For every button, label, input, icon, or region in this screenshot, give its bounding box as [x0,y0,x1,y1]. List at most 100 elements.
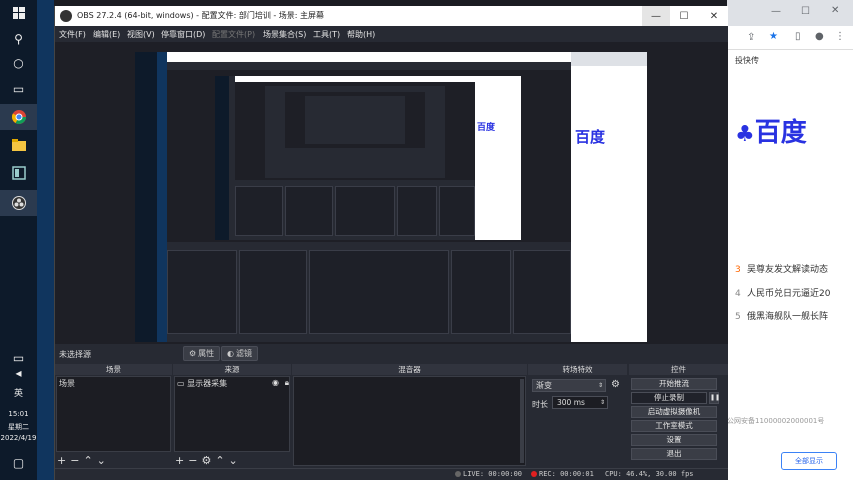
windows-logo-icon [12,7,25,19]
bookmark-shortcut[interactable]: 投快传 [735,55,759,66]
start-streaming-button[interactable]: 开始推流 [631,378,717,390]
obs-taskbar-icon[interactable] [0,190,37,216]
nested4-preview [285,92,425,148]
baidu-logo[interactable]: ♣百度 [735,112,807,149]
app-taskbar-icon[interactable] [0,160,37,186]
maximize-button[interactable]: ☐ [670,6,698,26]
nested-scenes [167,250,237,334]
move-down-icon[interactable]: ⌄ [97,454,106,467]
sources-list[interactable]: ▭ 显示器采集 ◉ 🔒︎ [174,376,290,452]
scenes-dock-title: 场景 [55,364,172,375]
show-all-button[interactable]: 全部显示 [781,452,837,470]
minimize-button[interactable]: — [642,6,670,26]
windows-taskbar: ⚲ ○ ▭ ▭ ◂ 英 15:01 星期二 2022/4/19 ▢ [0,0,37,480]
volume-icon[interactable]: ◂ [0,360,37,386]
menu-view[interactable]: 视图(V) [127,29,155,40]
chrome-taskbar-icon[interactable] [0,104,37,130]
remove-icon[interactable]: − [70,454,79,467]
visibility-eye-icon[interactable]: ◉ [272,378,279,387]
menu-edit[interactable]: 编辑(E) [93,29,120,40]
obs-title-bar[interactable]: OBS 27.2.4 (64-bit, windows) - 配置文件: 部门培… [55,6,728,26]
hot-list-item[interactable]: 4 人民币兑日元逼近20 [735,286,830,299]
hot-list-item[interactable]: 3 吴尊友发文解读动态 [735,262,828,275]
add-icon[interactable]: + [175,454,184,467]
scene-item[interactable]: 场景 [59,378,75,389]
task-view-icon[interactable]: ▭ [0,76,37,102]
menu-help[interactable]: 帮助(H) [347,29,375,40]
start-virtual-camera-button[interactable]: 启动虚拟摄像机 [631,406,717,418]
nested-obs-title [167,52,571,62]
nested2-transitions [397,186,437,236]
profile-icon[interactable]: ● [815,31,824,42]
ime-indicator[interactable]: 英 [0,386,37,399]
remove-icon[interactable]: − [188,454,197,467]
status-bar: LIVE: 00:00:00 REC: 00:00:01 CPU: 46.4%,… [55,468,728,480]
mixer-dock-title: 混音器 [292,364,527,375]
menu-bar: 文件(F) 编辑(E) 视图(V) 停靠窗口(D) 配置文件(P) 场景集合(S… [55,26,728,42]
gear-icon[interactable]: ⚙ [201,454,211,467]
folder-icon [11,139,26,151]
clock-time[interactable]: 15:01 [0,410,37,418]
move-down-icon[interactable]: ⌄ [229,454,238,467]
search-icon[interactable]: ⚲ [0,26,37,52]
mixer-dock: 混音器 [292,364,527,468]
nested2-scenes [235,186,283,236]
menu-scene-collection[interactable]: 场景集合(S) [263,29,306,40]
minimize-icon[interactable]: — [771,6,781,17]
hot-list-item[interactable]: 5 俄黑海舰队一舰长阵 [735,309,828,322]
mixer-area[interactable] [293,376,526,466]
menu-tools[interactable]: 工具(T) [313,29,340,40]
menu-file[interactable]: 文件(F) [59,29,86,40]
nested-preview-canvas: 百度 [215,76,521,240]
filters-button[interactable]: ◐ 滤镜 [221,346,258,361]
no-source-selected-label: 未选择源 [59,350,91,359]
maximize-icon[interactable]: ☐ [801,6,810,17]
exit-button[interactable]: 退出 [631,448,717,460]
live-status: LIVE: 00:00:00 [455,470,522,478]
settings-button[interactable]: 设置 [631,434,717,446]
file-explorer-icon[interactable] [0,132,37,158]
sources-toolbar: + − ⚙ ⌃ ⌄ [175,453,238,467]
chrome-browser-window: — ☐ ✕ ⇪ ★ ▯ ● ⋮ 投快传 ♣百度 3 吴尊友发文解读动态 4 人民币兑… [727,0,853,480]
duration-input[interactable]: 300 ms ⇕ [552,396,608,409]
cortana-icon[interactable]: ○ [0,50,37,76]
studio-mode-button[interactable]: 工作室模式 [631,420,717,432]
pause-recording-button[interactable]: ❚❚ [709,392,721,404]
spinner-arrows-icon: ⇕ [599,399,605,406]
source-toolbar: 未选择源 ⚙ 属性 ◐ 滤镜 [55,344,728,364]
bookmark-star-icon[interactable]: ★ [769,31,778,42]
stop-recording-button[interactable]: 停止录制 [631,392,707,404]
pause-icon: ❚❚ [710,394,721,401]
menu-profile[interactable]: 配置文件(P) [212,29,255,40]
preview-area[interactable]: 百度 百度 [55,42,728,344]
nested2-controls [439,186,475,236]
mixer-scrollbar[interactable] [520,379,524,463]
move-up-icon[interactable]: ⌃ [215,454,224,467]
nested-baidu-logo: 百度 [575,128,606,146]
source-item[interactable]: ▭ 显示器采集 ◉ 🔒︎ [177,378,289,389]
window-app-icon [11,166,26,180]
nested2-sources [285,186,333,236]
nested2-baidu-logo: 百度 [477,123,496,133]
close-icon[interactable]: ✕ [831,5,839,16]
duration-label: 时长 [532,400,548,409]
preview-canvas[interactable]: 百度 百度 [135,52,647,342]
gear-icon[interactable]: ⚙ [611,379,620,390]
controls-dock-title: 控件 [629,364,728,375]
transition-type-select[interactable]: 渐变 ⇕ [532,379,606,392]
transitions-dock: 转场特效 渐变 ⇕ ⚙ 时长 300 ms ⇕ [528,364,627,468]
sidebar-icon[interactable]: ▯ [795,31,801,42]
scenes-list[interactable]: 场景 [56,376,171,452]
menu-docks[interactable]: 停靠窗口(D) [161,29,205,40]
lock-icon[interactable]: 🔒︎ [285,378,289,388]
move-up-icon[interactable]: ⌃ [83,454,92,467]
menu-dots-icon[interactable]: ⋮ [835,31,845,42]
properties-button[interactable]: ⚙ 属性 [183,346,221,361]
windows-start-button[interactable] [0,0,37,26]
share-icon[interactable]: ⇪ [747,32,755,43]
notification-center-icon[interactable]: ▢ [0,450,37,476]
add-icon[interactable]: + [57,454,66,467]
nested-desktop [157,52,167,342]
close-button[interactable]: ✕ [700,6,728,26]
nested2-browser: 百度 [475,76,521,240]
